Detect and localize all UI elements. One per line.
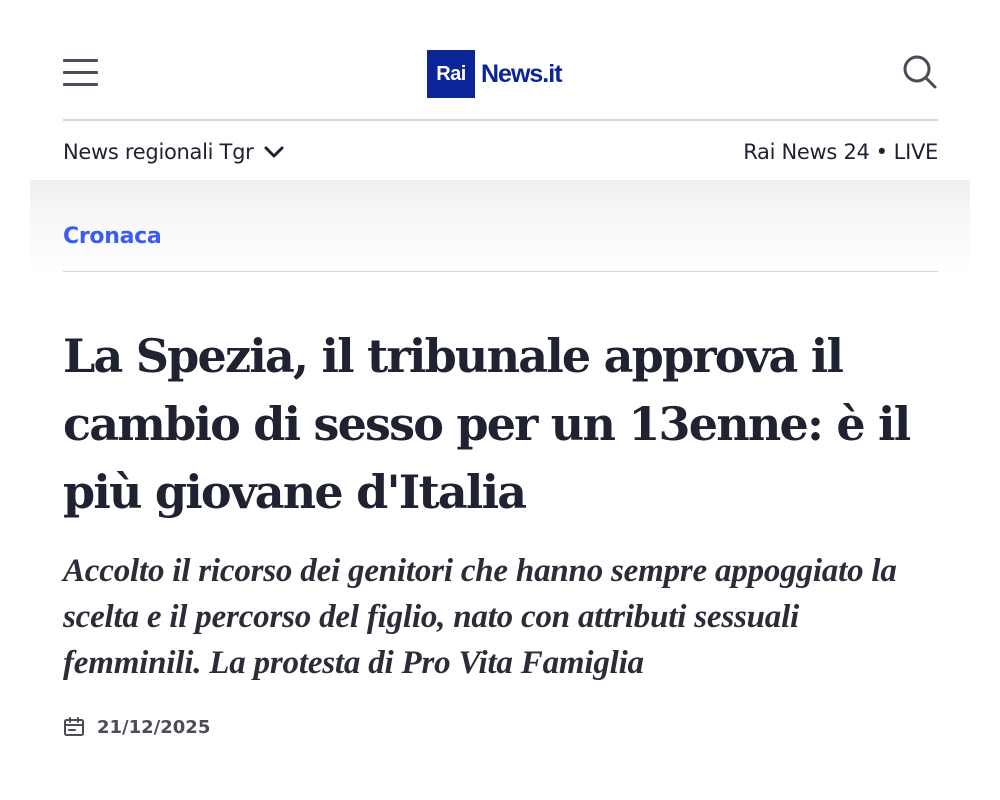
rai-news-24-live-link[interactable]: Rai News 24 • LIVE — [743, 136, 938, 168]
section-band — [30, 180, 970, 310]
regional-news-dropdown[interactable]: News regionali Tgr — [63, 136, 285, 168]
hamburger-menu-icon[interactable] — [63, 57, 99, 87]
category-divider — [63, 271, 938, 272]
chevron-down-icon — [263, 141, 285, 163]
header-divider — [63, 119, 938, 121]
live-label: LIVE — [893, 140, 939, 164]
logo-news-text: News.it — [481, 59, 563, 88]
article-headline: La Spezia, il tribunale approva il cambi… — [63, 329, 911, 519]
calendar-icon — [63, 716, 85, 738]
article-subtitle: Accolto il ricorso dei genitori che hann… — [63, 553, 897, 681]
site-header: Rai News.it News regionali Tgr Rai News … — [63, 0, 938, 180]
category-link[interactable]: Cronaca — [63, 224, 162, 249]
regional-news-label: News regionali Tgr — [63, 140, 254, 164]
rainews-logo[interactable]: Rai News.it — [427, 49, 563, 99]
live-separator: • — [875, 140, 888, 164]
search-icon[interactable] — [902, 54, 938, 90]
logo-rai-mark: Rai — [427, 50, 475, 98]
live-channel-name: Rai News 24 — [743, 140, 870, 164]
article-date-row: 21/12/2025 — [63, 714, 210, 740]
article-date: 21/12/2025 — [97, 716, 211, 738]
